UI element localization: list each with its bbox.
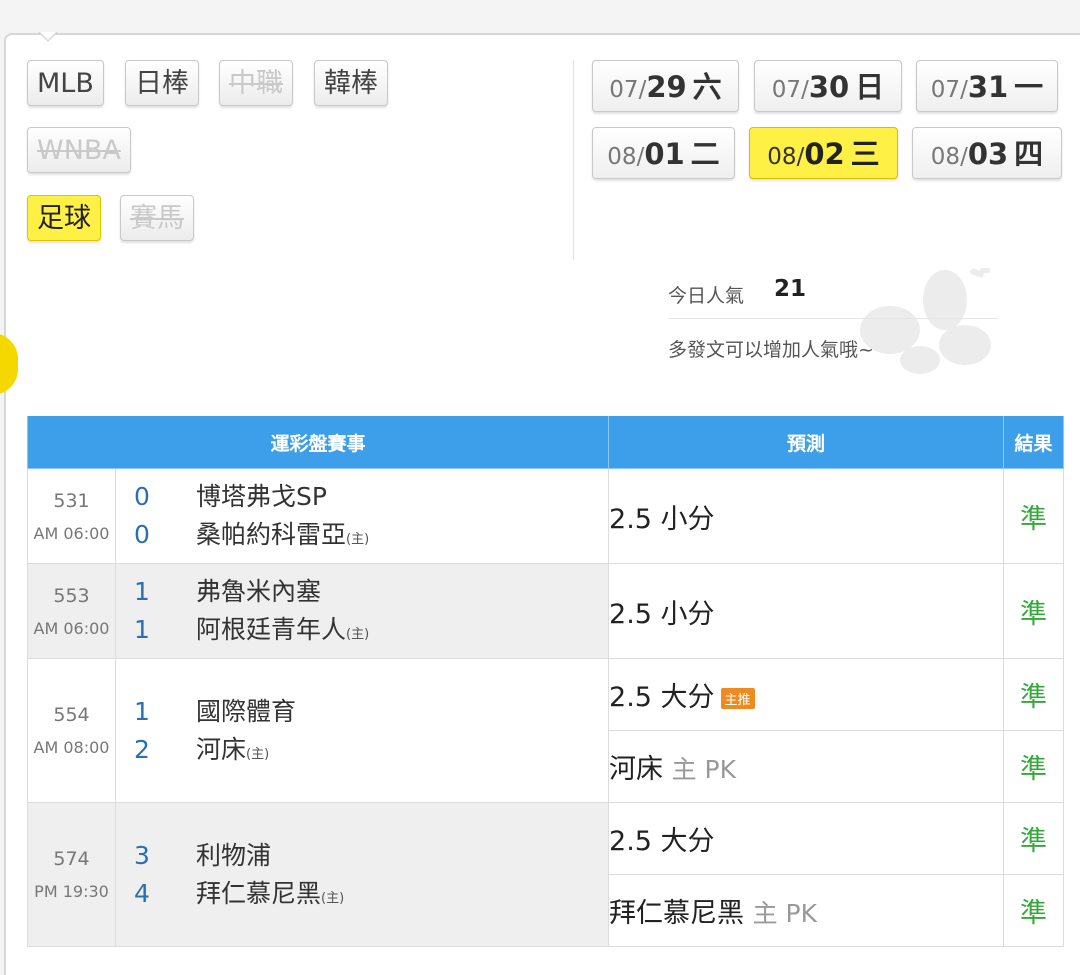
- prediction-spread: 主 PK: [671, 755, 737, 784]
- date-button-0802[interactable]: 08/02 三: [749, 127, 898, 179]
- header-result: 結果: [1003, 416, 1065, 469]
- game-info: 554 AM 08:00: [27, 658, 116, 803]
- away-team: 國際體育: [196, 696, 297, 726]
- side-expand-tab[interactable]: [0, 333, 18, 395]
- game-number: 554: [53, 704, 90, 726]
- game-info: 531 AM 06:00: [27, 468, 116, 564]
- prediction-text: 2.5 小分: [609, 503, 715, 535]
- prediction-cell: 2.5 大分 主推: [608, 658, 1005, 731]
- result-cell: 準: [1003, 874, 1065, 947]
- result-cell: 準: [1003, 563, 1065, 659]
- prediction-cell: 2.5 小分: [608, 563, 1005, 659]
- recommend-badge: 主推: [720, 688, 755, 709]
- home-team: 桑帕約科雷亞: [196, 520, 347, 549]
- away-score: 0: [134, 482, 150, 511]
- sport-tab-soccer[interactable]: 足球: [27, 195, 101, 241]
- table-row: 553 AM 06:00 1 弗魯米內塞 1 阿根廷青年人(主) 2.5 小分 準: [27, 563, 1065, 659]
- result-cell: 準: [1003, 802, 1065, 875]
- home-tag: (主): [346, 532, 370, 547]
- game-info: 574 PM 19:30: [27, 802, 116, 947]
- away-team: 利物浦: [196, 840, 272, 870]
- game-info: 553 AM 06:00: [27, 563, 116, 659]
- game-teams: 3 利物浦 4 拜仁慕尼黑(主): [114, 802, 610, 947]
- away-team: 弗魯米內塞: [196, 577, 322, 606]
- prediction-text: 2.5 大分: [609, 682, 715, 713]
- games-table: 運彩盤賽事 預測 結果 531 AM 06:00 0 博塔弗戈SP 0 桑帕約科雷亞…: [26, 416, 1065, 947]
- game-time: PM 19:30: [34, 882, 109, 901]
- sport-tab-kbo[interactable]: 韓棒: [314, 60, 388, 106]
- game-number: 553: [53, 584, 90, 607]
- game-time: AM 06:00: [33, 523, 110, 543]
- date-button-0801[interactable]: 08/01 二: [592, 127, 735, 179]
- game-teams: 1 國際體育 2 河床(主): [114, 658, 610, 803]
- game-number: 574: [53, 848, 90, 870]
- sport-tab-npb[interactable]: 日棒: [125, 60, 199, 106]
- prediction-text: 2.5 小分: [609, 598, 715, 630]
- game-time: AM 06:00: [33, 618, 110, 638]
- date-button-0729[interactable]: 07/29 六: [592, 60, 739, 112]
- prediction-team: 拜仁慕尼黑: [609, 898, 745, 929]
- game-number: 531: [53, 489, 90, 512]
- table-row: 531 AM 06:00 0 博塔弗戈SP 0 桑帕約科雷亞(主) 2.5 小分 準: [27, 468, 1065, 564]
- sport-tab-horse-racing: 賽馬: [120, 195, 194, 241]
- sport-tab-mlb[interactable]: MLB: [27, 60, 104, 106]
- away-score: 3: [134, 840, 150, 870]
- away-score: 1: [134, 577, 150, 606]
- away-score: 1: [134, 696, 150, 726]
- header-event: 運彩盤賽事: [26, 416, 610, 469]
- home-team: 河床: [196, 734, 247, 764]
- table-row: 574 PM 19:30 3 利物浦 4 拜仁慕尼黑(主) 2.5 大分 準: [27, 802, 1065, 947]
- home-score: 2: [134, 734, 150, 764]
- home-tag: (主): [321, 890, 345, 906]
- home-team: 拜仁慕尼黑: [196, 878, 322, 908]
- sport-tab-cpbl: 中職: [219, 60, 293, 106]
- game-teams: 0 博塔弗戈SP 0 桑帕約科雷亞(主): [114, 468, 610, 564]
- table-header: 運彩盤賽事 預測 結果: [26, 416, 1065, 469]
- table-row: 554 AM 08:00 1 國際體育 2 河床(主) 2.5 大分 主推 準: [27, 658, 1065, 803]
- result-cell: 準: [1003, 730, 1065, 803]
- prediction-spread: 主 PK: [752, 899, 818, 928]
- result-cell: 準: [1003, 658, 1065, 731]
- home-tag: (主): [346, 627, 370, 642]
- home-score: 1: [134, 615, 150, 644]
- prediction-cell: 2.5 大分: [608, 802, 1005, 875]
- home-score: 4: [134, 878, 150, 908]
- prediction-cell: 2.5 小分: [608, 468, 1005, 564]
- date-button-0730[interactable]: 07/30 日: [754, 60, 902, 112]
- prediction-cell: 河床 主 PK: [608, 730, 1005, 803]
- game-time: AM 08:00: [33, 738, 110, 757]
- sport-tab-wnba: WNBA: [27, 127, 131, 173]
- prediction-team: 河床: [609, 754, 664, 785]
- popularity-message: 多發文可以增加人氣哦~: [668, 339, 874, 361]
- result-cell: 準: [1003, 468, 1065, 564]
- home-team: 阿根廷青年人: [196, 615, 347, 644]
- divider: [573, 60, 574, 260]
- date-button-0731[interactable]: 07/31 一: [916, 60, 1058, 112]
- header-prediction: 預測: [608, 416, 1005, 469]
- popularity-divider: [668, 318, 998, 319]
- popularity-label: 今日人氣: [668, 285, 745, 307]
- away-team: 博塔弗戈SP: [196, 482, 327, 511]
- home-tag: (主): [246, 746, 270, 762]
- prediction-cell: 拜仁慕尼黑 主 PK: [608, 874, 1005, 947]
- home-score: 0: [134, 520, 150, 549]
- prediction-text: 2.5 大分: [609, 826, 715, 857]
- mascot-watermark-icon: [860, 268, 991, 374]
- popularity-value: 21: [774, 276, 807, 302]
- game-teams: 1 弗魯米內塞 1 阿根廷青年人(主): [114, 563, 610, 659]
- date-button-0803[interactable]: 08/03 四: [912, 127, 1062, 179]
